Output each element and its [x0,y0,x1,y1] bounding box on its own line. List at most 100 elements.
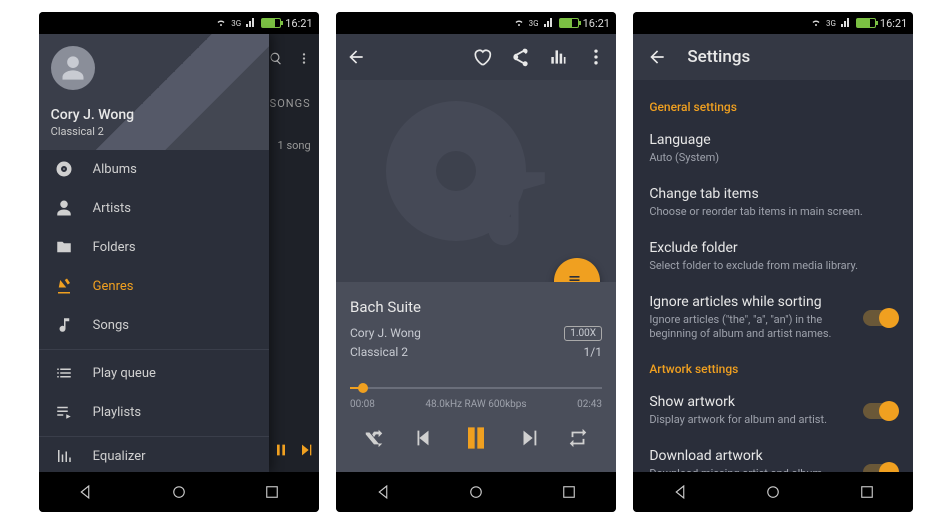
back-nav-icon[interactable] [76,483,94,501]
battery-icon [261,18,281,28]
label: Songs [93,318,129,333]
setting-exclude-folder[interactable]: Exclude folderSelect folder to exclude f… [649,230,897,284]
skip-prev-icon [412,427,434,449]
wifi-icon [810,17,822,29]
recents-nav-icon[interactable] [560,483,578,501]
battery-icon [559,18,579,28]
back-nav-icon[interactable] [374,483,392,501]
label: Artists [93,201,131,216]
setting-download-artwork[interactable]: Download artworkDownload missing artist … [649,438,897,472]
setting-show-artwork[interactable]: Show artworkDisplay artwork for album an… [649,384,897,438]
repeat-icon [567,427,589,449]
toggle-on[interactable] [863,464,897,472]
sidebar-item-play-queue[interactable]: Play queue [39,354,269,393]
sidebar-item-albums[interactable]: Albums [39,150,269,189]
label: Playlists [93,405,141,420]
more-icon[interactable] [586,47,606,67]
playlist-icon [55,403,73,421]
recents-nav-icon[interactable] [263,483,281,501]
label: Play queue [93,366,156,381]
recents-nav-icon[interactable] [858,483,876,501]
time-elapsed: 00:08 [350,399,375,410]
track-album: Classical 2 [350,345,408,359]
phone-now-playing-screen: 3G 16:21 Bach Suite Co [336,12,616,512]
speed-badge[interactable]: 1.00X [564,326,602,341]
search-icon[interactable] [269,50,283,67]
next-icon[interactable] [298,442,314,458]
pause-icon[interactable] [273,442,289,458]
drawer-header[interactable]: Cory J. Wong Classical 2 [39,34,269,150]
phone-settings-screen: 3G 16:21 Settings General settings Langu… [633,12,913,512]
sublabel: Auto (System) [649,151,897,166]
nav-drawer: Cory J. Wong Classical 2 Albums Artists … [39,34,269,472]
drawer-section-lists: Play queue Playlists [39,354,269,432]
sidebar-item-playlists[interactable]: Playlists [39,393,269,432]
home-nav-icon[interactable] [764,483,782,501]
sublabel: Ignore articles ("the", "a", "an") in th… [649,313,851,343]
play-pause-button[interactable] [460,422,492,458]
sublabel: Choose or reorder tab items in main scre… [649,205,897,220]
section-artwork: Artwork settings [649,362,897,376]
audio-format: 48.0kHz RAW 600kbps [375,399,577,410]
wifi-icon [513,17,525,29]
tab-songs[interactable]: SONGS [270,97,311,110]
clock: 16:21 [285,17,312,30]
now-playing-album: Classical 2 [51,125,134,138]
label: Language [649,132,897,148]
track-artist: Cory J. Wong [350,326,421,341]
prev-button[interactable] [412,427,434,453]
track-info: Bach Suite Cory J. Wong 1.00X Classical … [336,282,616,371]
player-controls: 00:08 48.0kHz RAW 600kbps 02:43 [336,371,616,472]
playlist-play-icon [567,271,587,282]
section-general: General settings [649,100,897,114]
label: Ignore articles while sorting [649,294,851,310]
note-icon [55,316,73,334]
avatar [51,46,95,90]
sidebar-item-equalizer[interactable]: Equalizer [39,441,269,472]
sidebar-item-artists[interactable]: Artists [39,189,269,228]
favorite-icon[interactable] [472,47,492,67]
equalizer-icon [55,447,73,465]
drawer-section-library: Albums Artists Folders Genres Songs [39,150,269,345]
song-count: 1 song [278,139,311,152]
back-icon[interactable] [647,47,667,67]
repeat-button[interactable] [567,427,589,453]
sidebar-item-folders[interactable]: Folders [39,228,269,267]
back-nav-icon[interactable] [671,483,689,501]
label: Download artwork [649,448,851,464]
background-content: SONGS 1 song [269,34,319,472]
sublabel: Select folder to exclude from media libr… [649,259,897,274]
setting-language[interactable]: Language Auto (System) [649,122,897,176]
more-icon[interactable] [297,50,311,67]
signal-icon [245,17,257,29]
now-playing-artist: Cory J. Wong [51,107,134,123]
queue-icon [55,364,73,382]
settings-header: Settings [633,34,913,80]
share-icon[interactable] [510,47,530,67]
divider [39,436,269,437]
disc-icon [55,160,73,178]
back-icon[interactable] [346,47,366,67]
label: Genres [93,279,134,294]
sidebar-item-songs[interactable]: Songs [39,306,269,345]
seek-bar[interactable] [350,381,602,395]
next-button[interactable] [518,427,540,453]
home-nav-icon[interactable] [170,483,188,501]
status-bar: 3G 16:21 [39,12,319,34]
track-title: Bach Suite [350,298,602,316]
mini-player[interactable] [269,428,319,472]
setting-change-tabs[interactable]: Change tab itemsChoose or reorder tab it… [649,176,897,230]
wifi-icon [215,17,227,29]
shuffle-button[interactable] [363,427,385,453]
toggle-on[interactable] [863,403,897,419]
time-total: 02:43 [577,399,602,410]
skip-next-icon [518,427,540,449]
home-nav-icon[interactable] [467,483,485,501]
music-note-icon [466,151,556,261]
toggle-on[interactable] [863,310,897,326]
stats-icon[interactable] [548,47,568,67]
player-toolbar [336,34,616,80]
clock: 16:21 [583,17,610,30]
sidebar-item-genres[interactable]: Genres [39,267,269,306]
setting-ignore-articles[interactable]: Ignore articles while sorting Ignore arti… [649,284,897,353]
